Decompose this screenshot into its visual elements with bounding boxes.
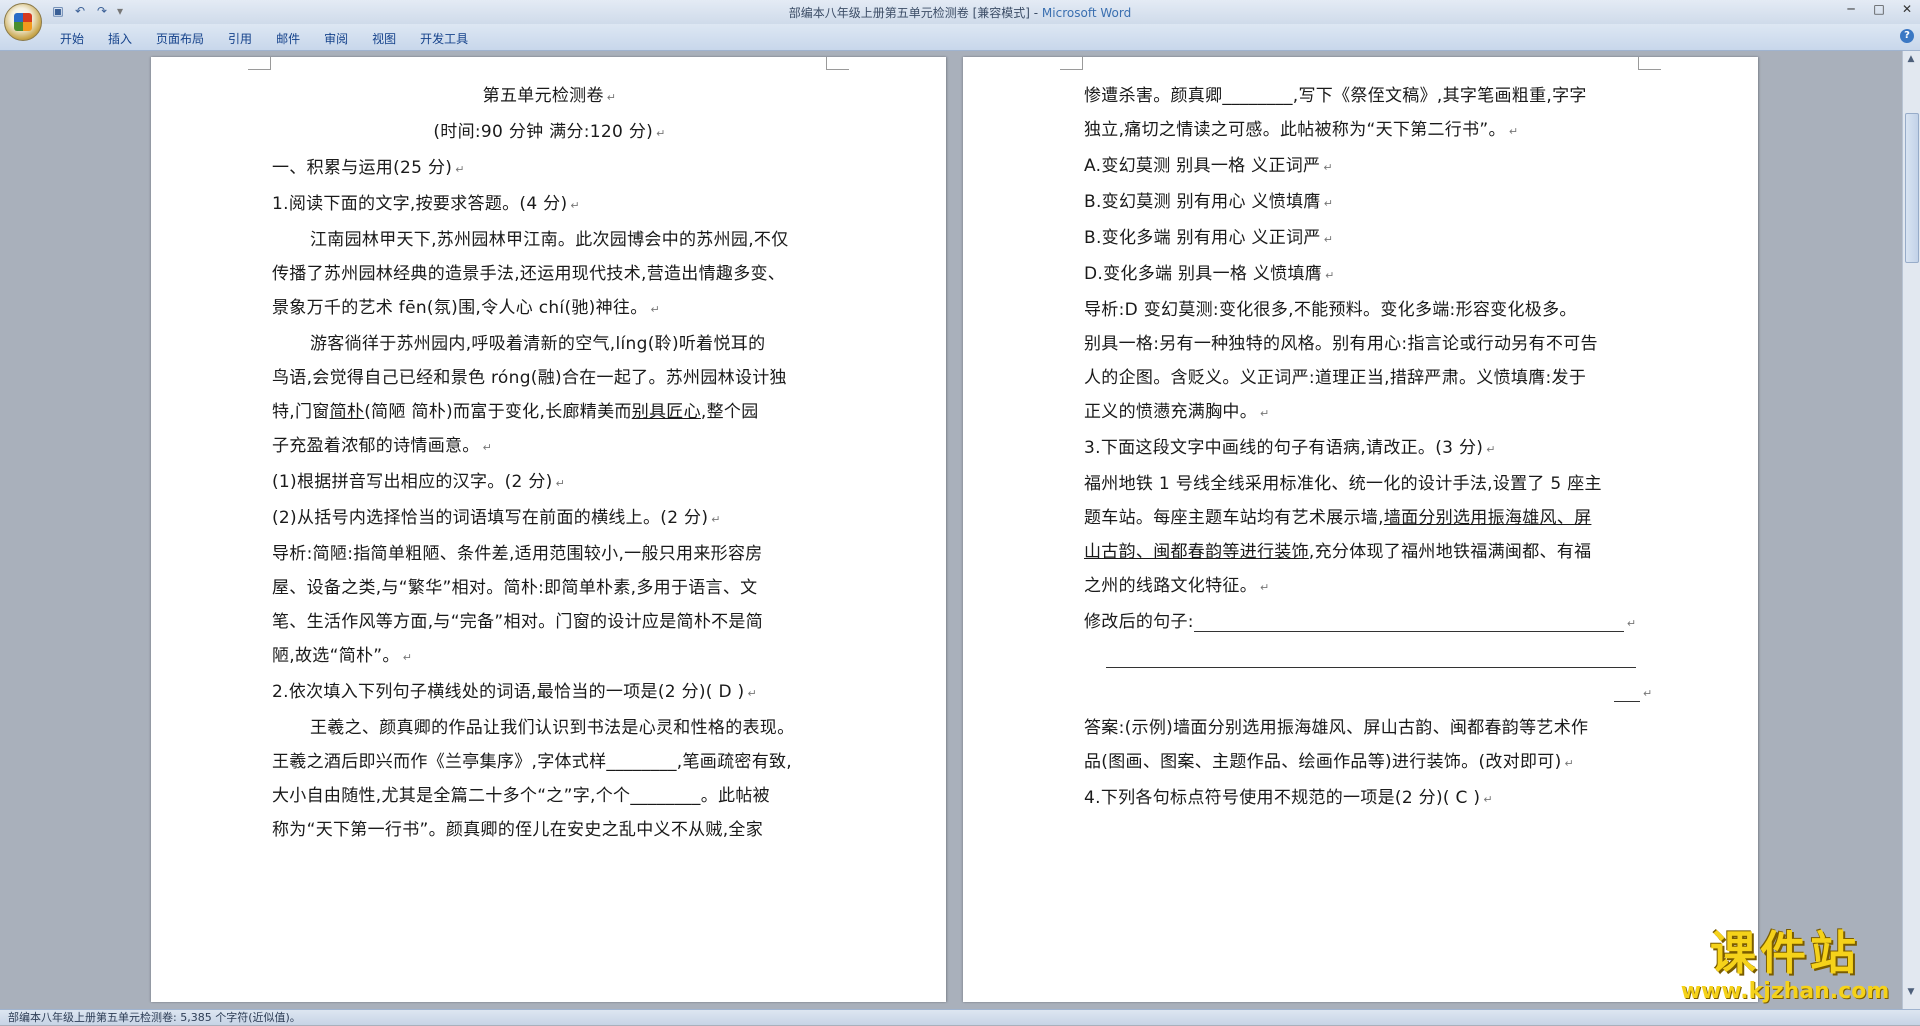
analysis-line: 导析:D 变幻莫测:变化很多,不能预料。变化多端:形容变化极多。 bbox=[1084, 300, 1577, 320]
underlined-word: 别具匠心 bbox=[631, 402, 701, 422]
paragraph-line: 山古韵、闽都春韵等进行装饰,充分体现了福州地铁福满闽都、有福 bbox=[1084, 542, 1592, 562]
tab-insert[interactable]: 插入 bbox=[98, 30, 146, 47]
answer-blank-row: ↵ bbox=[1084, 675, 1652, 711]
paragraph-line: 王羲之酒后即兴而作《兰亭集序》,字体式样________,笔画疏密有致, bbox=[272, 752, 793, 772]
analysis-line: 屋、设备之类,与“繁华”相对。简朴:即简单朴素,多用于语言、文 bbox=[272, 578, 758, 598]
tab-developer[interactable]: 开发工具 bbox=[410, 30, 482, 47]
paragraph-line: 特,门窗简朴(简陋 简朴)而富于变化,长廊精美而别具匠心,整个园 bbox=[272, 402, 759, 422]
paragraph-line: 福州地铁 1 号线全线采用标准化、统一化的设计手法,设置了 5 座主 bbox=[1084, 474, 1602, 494]
tab-review[interactable]: 审阅 bbox=[314, 30, 362, 47]
paragraph-line: 大小自由随性,尤其是全篇二十多个“之”字,个个________。此帖被 bbox=[272, 786, 770, 806]
section-heading: 一、积累与运用(25 分) ↵ bbox=[272, 158, 465, 178]
office-logo-icon bbox=[14, 13, 32, 31]
crop-mark bbox=[248, 57, 271, 70]
status-text[interactable]: 部编本八年级上册第五单元检测卷: 5,385 个字符(近似值)。 bbox=[8, 1011, 301, 1024]
option-b: B.变幻莫测 别有用心 义愤填膺 ↵ bbox=[1084, 192, 1334, 212]
help-icon[interactable]: ? bbox=[1900, 29, 1914, 43]
status-bar: 部编本八年级上册第五单元检测卷: 5,385 个字符(近似值)。 bbox=[0, 1009, 1920, 1025]
analysis-line: 人的企图。含贬义。义正词严:道理正当,措辞严肃。义愤填膺:发于 bbox=[1084, 368, 1587, 388]
paragraph-line: 子充盈着浓郁的诗情画意。 ↵ bbox=[272, 436, 493, 456]
paragraph-line: 独立,痛切之情读之可感。此帖被称为“天下第二行书”。 ↵ bbox=[1084, 120, 1519, 140]
title-bar: ▣ ↶ ↷ ▾ 部编本八年级上册第五单元检测卷 [兼容模式] - Microso… bbox=[0, 0, 1920, 24]
question-1: 1.阅读下面的文字,按要求答题。(4 分) ↵ bbox=[272, 194, 580, 214]
sub-question: (1)根据拼音写出相应的汉字。(2 分) ↵ bbox=[272, 472, 566, 492]
page-body[interactable]: 惨遭杀害。颜真卿________,写下《祭侄文稿》,其字笔画粗重,字字 独立,痛… bbox=[1084, 79, 1652, 817]
answer-blank-line[interactable] bbox=[1614, 683, 1640, 702]
watermark-url: www.kjzhan.com bbox=[1680, 979, 1890, 1004]
analysis-line: 别具一格:另有一种独特的风格。别有用心:指言论或行动另有不可告 bbox=[1084, 334, 1598, 354]
maximize-icon[interactable]: □ bbox=[1872, 2, 1886, 16]
paragraph-line: 鸟语,会觉得自己已经和景色 róng(融)合在一起了。苏州园林设计独 bbox=[272, 368, 787, 388]
analysis-line: 陋,故选“简朴”。 ↵ bbox=[272, 646, 413, 666]
crop-mark bbox=[1638, 57, 1661, 70]
answer-line: 品(图画、图案、主题作品、绘画作品等)进行装饰。(改对即可) ↵ bbox=[1084, 752, 1575, 772]
page-body[interactable]: 第五单元检测卷 ↵ (时间:90 分钟 满分:120 分) ↵ 一、积累与运用(25… bbox=[272, 79, 827, 847]
document-title: 部编本八年级上册第五单元检测卷 [兼容模式] - bbox=[788, 6, 1042, 20]
scroll-down-icon[interactable]: ▼ bbox=[1905, 986, 1917, 998]
underlined-sentence: 墙面分别选用振海雄风、屏 bbox=[1383, 508, 1592, 528]
office-button[interactable] bbox=[4, 3, 42, 41]
sub-question: (2)从括号内选择恰当的词语填写在前面的横线上。(2 分) ↵ bbox=[272, 508, 721, 528]
window-title: 部编本八年级上册第五单元检测卷 [兼容模式] - Microsoft Word bbox=[0, 4, 1920, 21]
watermark-logo: 课件站 www.kjzhan.com bbox=[1670, 925, 1900, 1005]
underlined-sentence: 山古韵、闽都春韵等进行装饰 bbox=[1084, 542, 1309, 562]
document-page-1[interactable]: 第五单元检测卷 ↵ (时间:90 分钟 满分:120 分) ↵ 一、积累与运用(25… bbox=[151, 57, 946, 1002]
analysis-line: 笔、生活作风等方面,与“完备”相对。门窗的设计应是简朴不是简 bbox=[272, 612, 764, 632]
minimize-icon[interactable]: ─ bbox=[1844, 2, 1858, 16]
doc-subtitle: (时间:90 分钟 满分:120 分) ↵ bbox=[433, 122, 666, 142]
tab-home[interactable]: 开始 bbox=[50, 30, 98, 47]
close-icon[interactable]: ✕ bbox=[1900, 2, 1914, 16]
paragraph-line: 游客徜徉于苏州园内,呼吸着清新的空气,líng(聆)听着悦耳的 bbox=[310, 334, 766, 354]
underlined-word: 简朴 bbox=[329, 402, 365, 422]
doc-title: 第五单元检测卷 ↵ bbox=[482, 86, 617, 106]
answer-blank-line[interactable] bbox=[1106, 649, 1636, 668]
ribbon-tab-bar: 开始 插入 页面布局 引用 邮件 审阅 视图 开发工具 ? bbox=[0, 24, 1920, 51]
tab-view[interactable]: 视图 bbox=[362, 30, 410, 47]
scroll-thumb[interactable] bbox=[1905, 113, 1919, 263]
window-controls: ─ □ ✕ bbox=[1844, 2, 1914, 16]
option-c: B.变化多端 别有用心 义正词严 ↵ bbox=[1084, 228, 1334, 248]
paragraph-line: 称为“天下第一行书”。颜真卿的侄儿在安史之乱中义不从贼,全家 bbox=[272, 820, 764, 840]
question-3: 3.下面这段文字中画线的句子有语病,请改正。(3 分) ↵ bbox=[1084, 438, 1496, 458]
paragraph-line: 传播了苏州园林经典的造景手法,还运用现代技术,营造出情趣多变、 bbox=[272, 264, 786, 284]
analysis-line: 导析:简陋:指简单粗陋、条件差,适用范围较小,一般只用来形容房 bbox=[272, 544, 763, 564]
answer-line: 答案:(示例)墙面分别选用振海雄风、屏山古韵、闽都春韵等艺术作 bbox=[1084, 718, 1589, 738]
tab-mailings[interactable]: 邮件 bbox=[266, 30, 314, 47]
crop-mark bbox=[1060, 57, 1083, 70]
paragraph-line: 江南园林甲天下,苏州园林甲江南。此次园博会中的苏州园,不仅 bbox=[310, 230, 789, 250]
paragraph-line: 之州的线路文化特征。 ↵ bbox=[1084, 576, 1270, 596]
question-4: 4.下列各句标点符号使用不规范的一项是(2 分)( C ) ↵ bbox=[1084, 788, 1493, 808]
paragraph-line: 题车站。每座主题车站均有艺术展示墙,墙面分别选用振海雄风、屏 bbox=[1084, 508, 1592, 528]
answer-blank-line[interactable] bbox=[1193, 613, 1624, 632]
paragraph-line: 景象万千的艺术 fēn(氛)围,令人心 chí(驰)神往。 ↵ bbox=[272, 298, 661, 318]
crop-mark bbox=[826, 57, 849, 70]
paragraph-line: 王羲之、颜真卿的作品让我们认识到书法是心灵和性格的表现。 bbox=[310, 718, 795, 738]
answer-blank-row bbox=[1084, 641, 1639, 675]
question-2: 2.依次填入下列句子横线处的词语,最恰当的一项是(2 分)( D ) ↵ bbox=[272, 682, 758, 702]
paragraph-line: 惨遭杀害。颜真卿________,写下《祭侄文稿》,其字笔画粗重,字字 bbox=[1084, 86, 1587, 106]
scroll-up-icon[interactable]: ▲ bbox=[1905, 53, 1917, 65]
document-page-2[interactable]: 惨遭杀害。颜真卿________,写下《祭侄文稿》,其字笔画粗重,字字 独立,痛… bbox=[963, 57, 1758, 1002]
app-name: Microsoft Word bbox=[1041, 6, 1132, 20]
option-d: D.变化多端 别具一格 义愤填膺 ↵ bbox=[1084, 264, 1335, 284]
answer-prompt: 修改后的句子: ↵ bbox=[1084, 612, 1637, 632]
vertical-scrollbar[interactable]: ▲ ▼ bbox=[1902, 51, 1920, 1009]
option-a: A.变幻莫测 别具一格 义正词严 ↵ bbox=[1084, 156, 1333, 176]
analysis-line: 正义的愤懑充满胸中。 ↵ bbox=[1084, 402, 1270, 422]
tab-page-layout[interactable]: 页面布局 bbox=[146, 30, 218, 47]
watermark-text: 课件站 bbox=[1710, 926, 1860, 980]
tab-references[interactable]: 引用 bbox=[218, 30, 266, 47]
